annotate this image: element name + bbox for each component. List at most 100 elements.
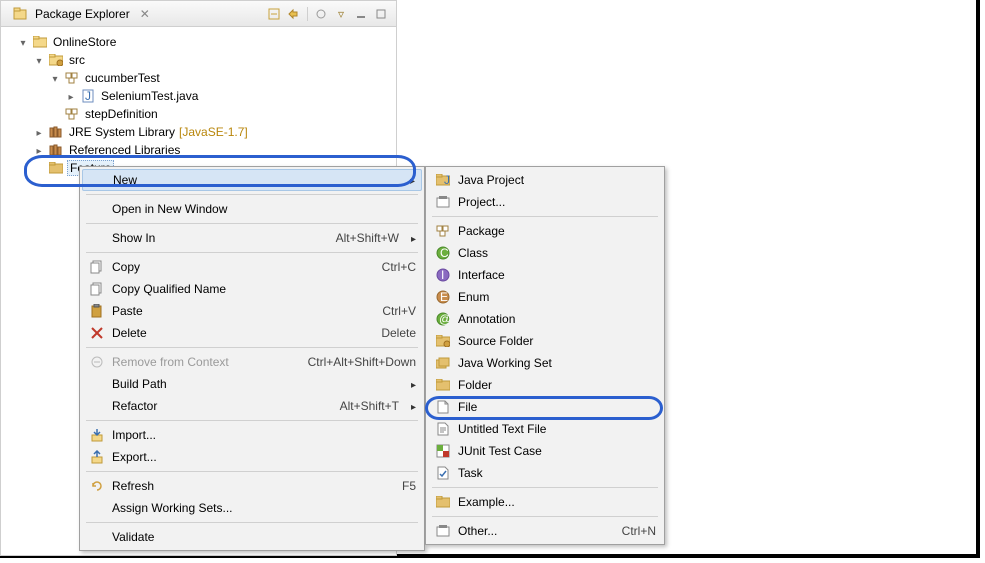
menu-label: Class <box>458 246 656 260</box>
filter-icon[interactable] <box>314 7 328 21</box>
menu-shortcut: Ctrl+V <box>382 304 416 318</box>
twisty-icon[interactable] <box>33 143 45 157</box>
menu-label: Import... <box>112 428 416 442</box>
tree-label: stepDefinition <box>83 107 160 121</box>
example-icon <box>434 496 452 508</box>
menu-label: Show In <box>112 231 330 245</box>
twisty-icon[interactable] <box>17 35 29 49</box>
tree-label: SeleniumTest.java <box>99 89 200 103</box>
menu-paste[interactable]: Paste Ctrl+V <box>82 300 422 322</box>
menu-open-new-window[interactable]: Open in New Window <box>82 198 422 220</box>
menu-label: JUnit Test Case <box>458 444 656 458</box>
twisty-icon[interactable] <box>33 53 45 67</box>
menu-source-folder[interactable]: Source Folder <box>428 330 662 352</box>
minimize-icon[interactable] <box>354 7 368 21</box>
menu-label: Enum <box>458 290 656 304</box>
explorer-tab[interactable]: Package Explorer ✕ <box>5 4 154 24</box>
menu-project[interactable]: Project... <box>428 191 662 213</box>
tree-reflibs[interactable]: Referenced Libraries <box>5 141 392 159</box>
menu-new[interactable]: New <box>82 169 422 191</box>
menu-show-in[interactable]: Show In Alt+Shift+W <box>82 227 422 249</box>
menu-class[interactable]: C Class <box>428 242 662 264</box>
menu-label: Package <box>458 224 656 238</box>
tree-stepdef[interactable]: stepDefinition <box>5 105 392 123</box>
folder-icon <box>434 379 452 391</box>
menu-label: Project... <box>458 195 656 209</box>
menu-separator <box>86 223 418 224</box>
menu-validate[interactable]: Validate <box>82 526 422 548</box>
menu-interface[interactable]: I Interface <box>428 264 662 286</box>
menu-label: Assign Working Sets... <box>112 501 416 515</box>
menu-import[interactable]: Import... <box>82 424 422 446</box>
tree-project[interactable]: OnlineStore <box>5 33 392 51</box>
menu-copy-qualified[interactable]: Copy Qualified Name <box>82 278 422 300</box>
menu-label: Delete <box>112 326 375 340</box>
submenu-arrow-icon <box>404 173 415 187</box>
submenu-arrow-icon <box>405 399 416 413</box>
twisty-icon[interactable] <box>49 71 61 85</box>
menu-label: Copy Qualified Name <box>112 282 416 296</box>
menu-assign-working-sets[interactable]: Assign Working Sets... <box>82 497 422 519</box>
source-folder-icon <box>48 52 64 68</box>
menu-label: Other... <box>458 524 616 538</box>
menu-example[interactable]: Example... <box>428 491 662 513</box>
java-project-icon: J <box>434 174 452 186</box>
tree-src[interactable]: src <box>5 51 392 69</box>
menu-package[interactable]: Package <box>428 220 662 242</box>
menu-folder[interactable]: Folder <box>428 374 662 396</box>
refresh-icon <box>88 479 106 493</box>
menu-untitled-text[interactable]: Untitled Text File <box>428 418 662 440</box>
twisty-icon[interactable] <box>33 125 45 139</box>
menu-label: Export... <box>112 450 416 464</box>
submenu-arrow-icon <box>405 231 416 245</box>
menu-export[interactable]: Export... <box>82 446 422 468</box>
annotation-icon: @ <box>434 312 452 326</box>
explorer-toolbar: ▿ <box>267 7 392 21</box>
menu-other[interactable]: Other... Ctrl+N <box>428 520 662 542</box>
view-menu-icon[interactable]: ▿ <box>334 7 348 21</box>
maximize-icon[interactable] <box>374 7 388 21</box>
menu-java-working-set[interactable]: Java Working Set <box>428 352 662 374</box>
menu-java-project[interactable]: J Java Project <box>428 169 662 191</box>
project-folder-icon <box>32 34 48 50</box>
menu-refresh[interactable]: Refresh F5 <box>82 475 422 497</box>
tree-label: src <box>67 53 87 67</box>
collapse-all-icon[interactable] <box>267 7 281 21</box>
folder-icon <box>48 160 64 176</box>
menu-task[interactable]: Task <box>428 462 662 484</box>
menu-file[interactable]: File <box>428 396 662 418</box>
menu-shortcut: Delete <box>381 326 416 340</box>
menu-separator <box>86 252 418 253</box>
menu-enum[interactable]: E Enum <box>428 286 662 308</box>
menu-copy[interactable]: Copy Ctrl+C <box>82 256 422 278</box>
link-editor-icon[interactable] <box>287 7 301 21</box>
context-menu: New Open in New Window Show In Alt+Shift… <box>79 166 425 551</box>
menu-label: Copy <box>112 260 376 274</box>
enum-icon: E <box>434 290 452 304</box>
new-submenu: J Java Project Project... Package C Clas… <box>425 166 665 545</box>
menu-label: Annotation <box>458 312 656 326</box>
menu-annotation[interactable]: @ Annotation <box>428 308 662 330</box>
menu-remove-context: Remove from Context Ctrl+Alt+Shift+Down <box>82 351 422 373</box>
menu-build-path[interactable]: Build Path <box>82 373 422 395</box>
interface-icon: I <box>434 268 452 282</box>
tree-jre[interactable]: JRE System Library [JavaSE-1.7] <box>5 123 392 141</box>
svg-text:E: E <box>440 290 448 304</box>
twisty-icon[interactable] <box>65 89 77 103</box>
package-explorer-icon <box>12 6 28 22</box>
menu-label: Task <box>458 466 656 480</box>
project-icon <box>434 195 452 209</box>
export-icon <box>88 450 106 464</box>
tree-java-file[interactable]: J SeleniumTest.java <box>5 87 392 105</box>
tree-package[interactable]: cucumberTest <box>5 69 392 87</box>
explorer-header: Package Explorer ✕ ▿ <box>1 1 396 27</box>
explorer-title: Package Explorer <box>35 7 134 21</box>
menu-separator <box>86 420 418 421</box>
project-tree[interactable]: OnlineStore src cucumberTest J SeleniumT… <box>1 27 396 183</box>
svg-text:J: J <box>85 89 91 103</box>
menu-refactor[interactable]: Refactor Alt+Shift+T <box>82 395 422 417</box>
menu-delete[interactable]: Delete Delete <box>82 322 422 344</box>
close-icon[interactable]: ✕ <box>140 7 150 21</box>
java-file-icon: J <box>80 88 96 104</box>
menu-junit-test[interactable]: JUnit Test Case <box>428 440 662 462</box>
